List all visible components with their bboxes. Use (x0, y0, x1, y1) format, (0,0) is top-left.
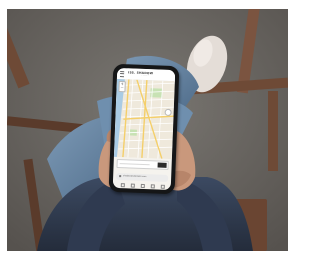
popup-tag (157, 162, 167, 168)
lock-icon (119, 175, 122, 178)
menu-icon[interactable] (119, 71, 125, 78)
map-view[interactable]: + − (113, 78, 175, 172)
share-icon[interactable] (140, 183, 145, 189)
zoom-control: + − (118, 80, 126, 93)
smartphone: ISS. SHADOW ·· —— ·· + − shadowandstreet… (108, 63, 180, 195)
url-text: shadowandstreets.com (123, 175, 147, 179)
zoom-out-icon[interactable]: − (119, 85, 124, 90)
phone-screen: ISS. SHADOW ·· —— ·· + − shadowandstreet… (112, 67, 176, 191)
forward-icon[interactable] (130, 183, 135, 188)
popup-text-line (119, 163, 150, 166)
site-subtitle: ·· —— ·· (140, 74, 149, 78)
back-icon[interactable] (120, 183, 125, 188)
tabs-icon[interactable] (160, 184, 165, 189)
browser-nav-bar (113, 181, 171, 189)
bookmarks-icon[interactable] (150, 184, 155, 189)
